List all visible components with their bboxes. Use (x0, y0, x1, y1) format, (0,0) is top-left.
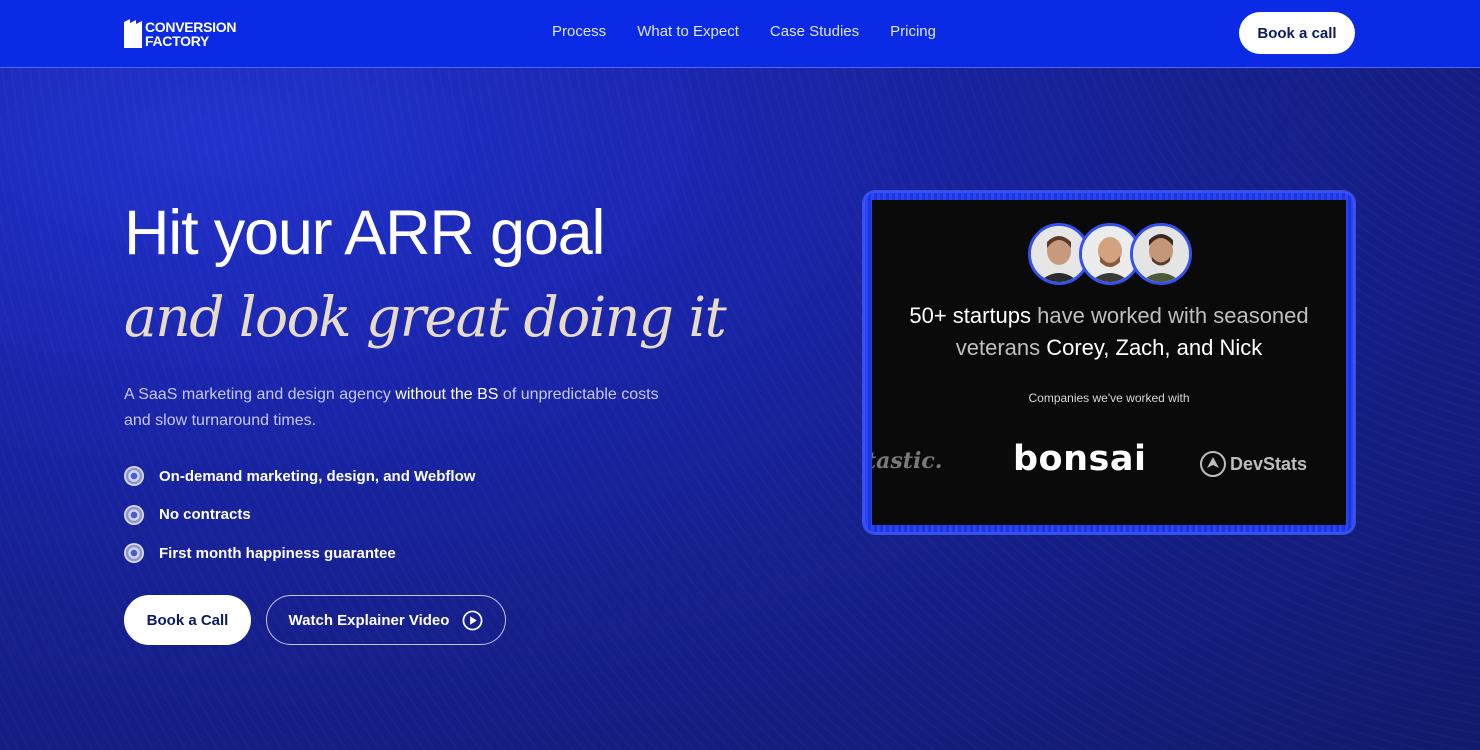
book-a-call-button[interactable]: Book a Call (124, 595, 251, 645)
person-icon (1133, 226, 1189, 282)
circle-bullet-icon (124, 504, 144, 525)
main-nav: Process What to Expect Case Studies Pric… (552, 22, 936, 42)
benefit-item: On-demand marketing, design, and Webflow (124, 465, 475, 487)
bonsai-logo: bonsai (1013, 439, 1147, 479)
devstats-wordmark: DevStats (1230, 453, 1308, 474)
circle-bullet-icon (124, 466, 144, 486)
logo-line-1: CONVERSION (145, 19, 237, 35)
logo-line-2: FACTORY (145, 33, 210, 49)
play-circle-icon (463, 610, 483, 630)
explainer-video-card[interactable]: 50+ startups have worked with seasoned v… (863, 191, 1355, 534)
tastic-logo: tastic. (872, 448, 943, 474)
avatar (1130, 223, 1192, 285)
nav-process[interactable]: Process (552, 22, 606, 42)
benefit-text: On-demand marketing, design, and Webflow (159, 467, 476, 485)
client-logo-strip: tastic. bonsai DevStats (872, 439, 1346, 486)
companies-label: Companies we've worked with (1028, 391, 1190, 405)
hero-headline: Hit your ARR goal (124, 198, 606, 268)
benefit-item: No contracts (124, 504, 475, 526)
site-header: CONVERSION FACTORY Process What to Expec… (0, 0, 1480, 68)
conversion-factory-logo[interactable]: CONVERSION FACTORY (124, 19, 254, 49)
video-card-title: 50+ startups have worked with seasoned v… (872, 300, 1346, 364)
hero-description: A SaaS marketing and design agency witho… (124, 382, 664, 434)
benefit-text: First month happiness guarantee (159, 544, 396, 562)
nav-case-studies[interactable]: Case Studies (770, 22, 859, 42)
factory-icon (124, 19, 142, 48)
logo-wordmark: CONVERSION FACTORY (145, 20, 236, 48)
video-frame[interactable]: 50+ startups have worked with seasoned v… (872, 200, 1346, 525)
hero-description-part-1: A SaaS marketing and design agency (124, 386, 396, 403)
book-a-call-header-button[interactable]: Book a call (1239, 12, 1355, 54)
watch-explainer-video-label: Watch Explainer Video (288, 611, 450, 629)
video-card-title-emphasis-2: Corey, Zach, and Nick (1046, 335, 1263, 360)
hero-description-emphasis: without the BS (395, 386, 499, 403)
watch-explainer-video-button[interactable]: Watch Explainer Video (266, 595, 506, 645)
devstats-mark-icon (1200, 451, 1226, 477)
nav-pricing[interactable]: Pricing (890, 22, 936, 42)
team-avatars (1028, 223, 1192, 285)
circle-bullet-icon (124, 543, 144, 563)
benefits-list: On-demand marketing, design, and Webflow… (124, 465, 475, 581)
video-card-title-emphasis-1: 50+ startups (909, 303, 1032, 328)
devstats-logo: DevStats (1199, 450, 1307, 478)
benefit-text: No contracts (159, 506, 251, 523)
hero-subheadline: and look great doing it (124, 285, 727, 349)
benefit-item: First month happiness guarantee (124, 542, 475, 564)
nav-what-to-expect[interactable]: What to Expect (637, 22, 739, 42)
